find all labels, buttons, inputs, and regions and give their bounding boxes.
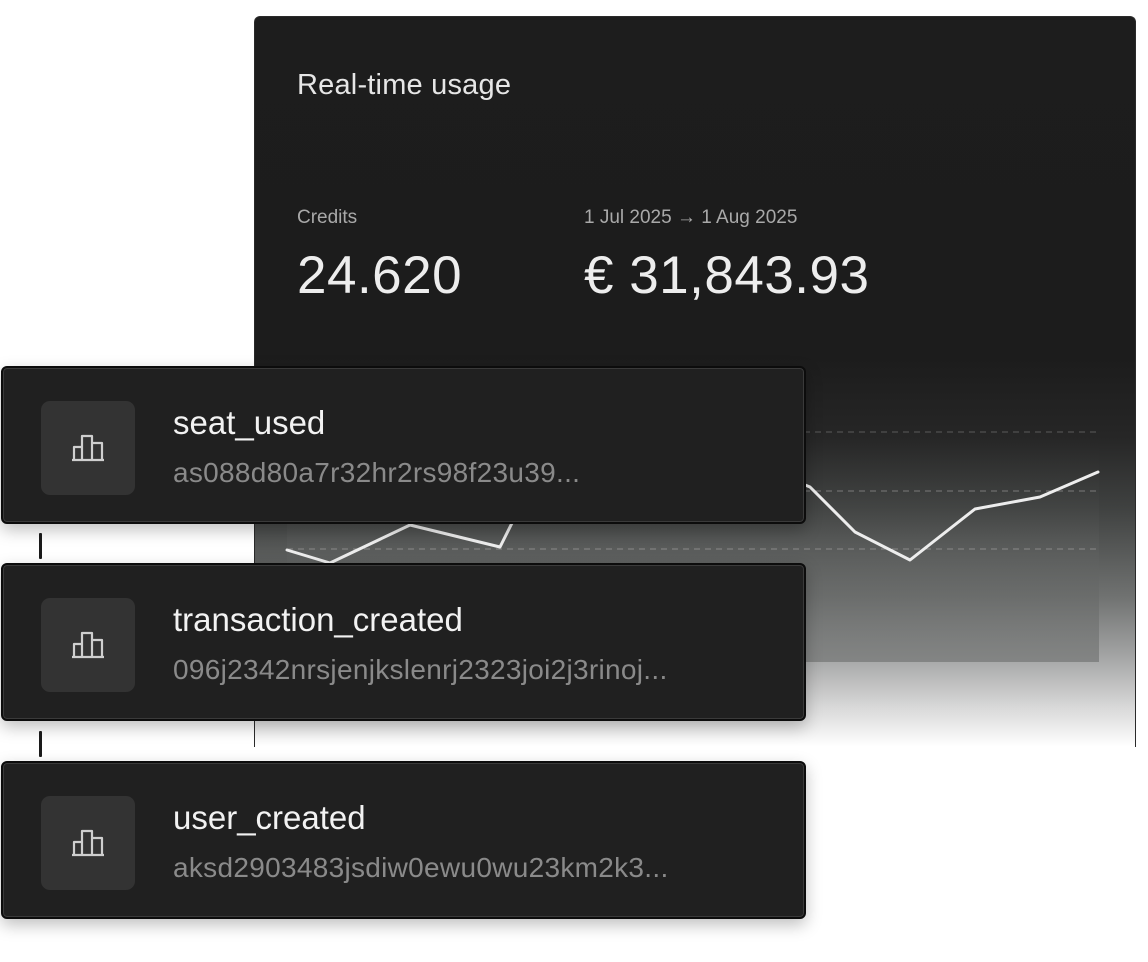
- event-name: transaction_created: [173, 601, 463, 638]
- event-id: 096j2342nrsjenjkslenrj2323joi2j3rinoj...: [173, 654, 668, 685]
- event-id: as088d80a7r32hr2rs98f23u39...: [173, 457, 581, 488]
- bar-chart-icon: [70, 627, 106, 664]
- event-card-transaction-created[interactable]: transaction_created 096j2342nrsjenjkslen…: [1, 563, 806, 721]
- timeline-connector: [39, 533, 42, 559]
- event-card-seat-used[interactable]: seat_used as088d80a7r32hr2rs98f23u39...: [1, 366, 806, 524]
- event-icon-box: [41, 598, 135, 692]
- event-card-user-created[interactable]: user_created aksd2903483jsdiw0ewu0wu23km…: [1, 761, 806, 919]
- event-icon-box: [41, 796, 135, 890]
- event-icon-box: [41, 401, 135, 495]
- bar-chart-icon: [70, 825, 106, 862]
- event-name: user_created: [173, 799, 366, 836]
- timeline-connector: [39, 731, 42, 757]
- event-name: seat_used: [173, 404, 326, 441]
- event-id: aksd2903483jsdiw0ewu0wu23km2k3...: [173, 852, 669, 883]
- bar-chart-icon: [70, 430, 106, 467]
